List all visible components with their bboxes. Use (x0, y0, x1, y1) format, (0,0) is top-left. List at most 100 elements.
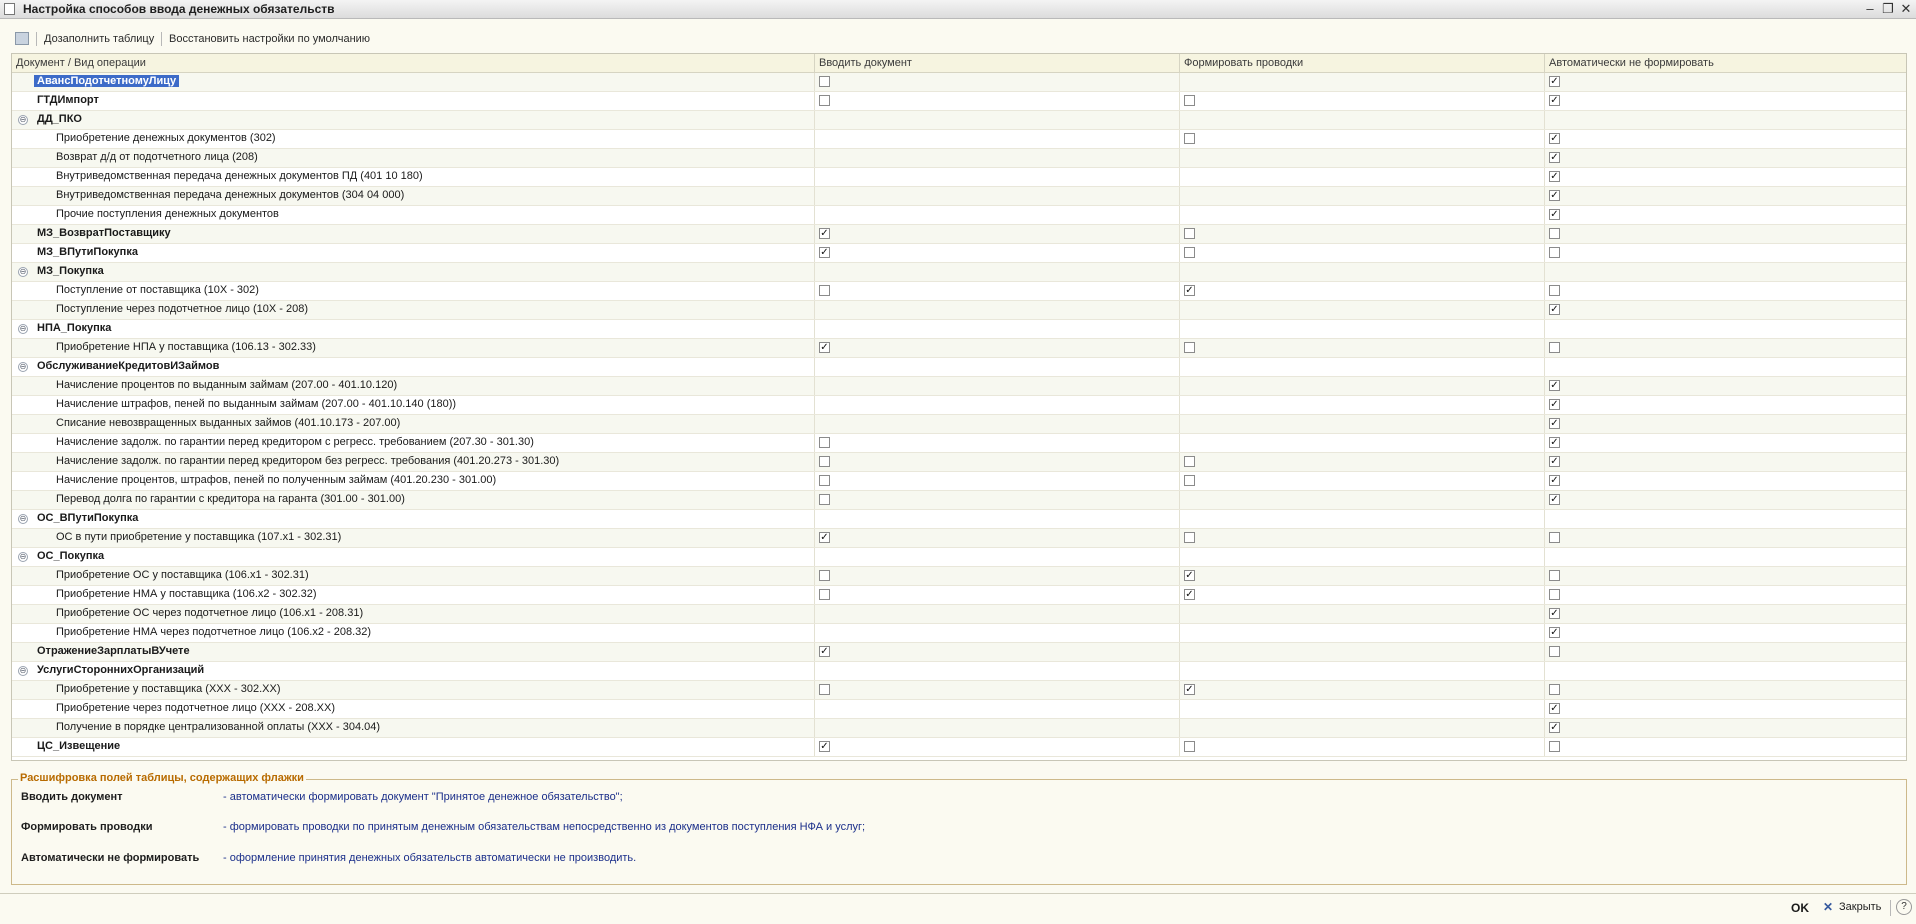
checkbox-enter-document[interactable] (819, 95, 830, 106)
table-row[interactable]: Приобретение у поставщика (XXX - 302.XX)… (12, 681, 1906, 700)
checkbox-auto-not-form[interactable] (1549, 741, 1560, 752)
checkbox-auto-not-form[interactable]: ✓ (1549, 171, 1560, 182)
checkbox-auto-not-form[interactable]: ✓ (1549, 399, 1560, 410)
cell-document-name[interactable]: Приобретение ОС у поставщика (106.x1 - 3… (12, 567, 815, 585)
checkbox-form-postings[interactable] (1184, 247, 1195, 258)
table-row[interactable]: ⊖ ОС_ВПутиПокупка (12, 510, 1906, 529)
checkbox-form-postings[interactable] (1184, 475, 1195, 486)
cell-document-name[interactable]: Приобретение НМА через подотчетное лицо … (12, 624, 815, 642)
table-row[interactable]: ⊖ МЗ_Покупка (12, 263, 1906, 282)
table-row[interactable]: ГТДИмпорт ✓ (12, 92, 1906, 111)
cell-document-name[interactable]: Начисление штрафов, пеней по выданным за… (12, 396, 815, 414)
close-window-icon[interactable]: ✕ (1898, 1, 1914, 17)
ok-button[interactable]: OK (1791, 901, 1809, 915)
checkbox-form-postings[interactable] (1184, 741, 1195, 752)
checkbox-auto-not-form[interactable]: ✓ (1549, 437, 1560, 448)
checkbox-auto-not-form[interactable]: ✓ (1549, 456, 1560, 467)
checkbox-auto-not-form[interactable] (1549, 532, 1560, 543)
cell-document-name[interactable]: Приобретение ОС через подотчетное лицо (… (12, 605, 815, 623)
checkbox-enter-document[interactable]: ✓ (819, 247, 830, 258)
table-row[interactable]: Приобретение ОС через подотчетное лицо (… (12, 605, 1906, 624)
checkbox-enter-document[interactable] (819, 285, 830, 296)
checkbox-auto-not-form[interactable]: ✓ (1549, 608, 1560, 619)
table-row[interactable]: ⊖ НПА_Покупка (12, 320, 1906, 339)
restore-defaults-button[interactable]: Восстановить настройки по умолчанию (169, 33, 370, 45)
close-icon[interactable]: ✕ (1823, 900, 1833, 914)
checkbox-form-postings[interactable] (1184, 133, 1195, 144)
table-row[interactable]: Начисление процентов по выданным займам … (12, 377, 1906, 396)
table-row[interactable]: Начисление задолж. по гарантии перед кре… (12, 434, 1906, 453)
checkbox-auto-not-form[interactable]: ✓ (1549, 703, 1560, 714)
cell-document-name[interactable]: Внутриведомственная передача денежных до… (12, 187, 815, 205)
checkbox-auto-not-form[interactable]: ✓ (1549, 494, 1560, 505)
table-row[interactable]: МЗ_ВПутиПокупка ✓ (12, 244, 1906, 263)
cell-document-name[interactable]: ЦС_Извещение (12, 738, 815, 756)
cell-document-name[interactable]: Получение в порядке централизованной опл… (12, 719, 815, 737)
cell-document-name[interactable]: Внутриведомственная передача денежных до… (12, 168, 815, 186)
checkbox-form-postings[interactable]: ✓ (1184, 684, 1195, 695)
minimize-icon[interactable]: – (1862, 1, 1878, 17)
checkbox-auto-not-form[interactable]: ✓ (1549, 475, 1560, 486)
cell-document-name[interactable]: ОС в пути приобретение у поставщика (107… (12, 529, 815, 547)
checkbox-enter-document[interactable] (819, 589, 830, 600)
checkbox-auto-not-form[interactable]: ✓ (1549, 380, 1560, 391)
cell-document-name[interactable]: Перевод долга по гарантии с кредитора на… (12, 491, 815, 509)
checkbox-auto-not-form[interactable] (1549, 589, 1560, 600)
collapse-icon[interactable]: ⊖ (18, 552, 28, 562)
collapse-icon[interactable]: ⊖ (18, 362, 28, 372)
table-row[interactable]: Начисление задолж. по гарантии перед кре… (12, 453, 1906, 472)
table-row[interactable]: Получение в порядке централизованной опл… (12, 719, 1906, 738)
checkbox-auto-not-form[interactable]: ✓ (1549, 304, 1560, 315)
cell-document-name[interactable]: МЗ_ВПутиПокупка (12, 244, 815, 262)
cell-document-name[interactable]: ⊖ НПА_Покупка (12, 320, 815, 338)
fill-table-button[interactable]: Дозаполнить таблицу (44, 33, 154, 45)
checkbox-form-postings[interactable]: ✓ (1184, 570, 1195, 581)
cell-document-name[interactable]: ⊖ ДД_ПКО (12, 111, 815, 129)
table-row[interactable]: Перевод долга по гарантии с кредитора на… (12, 491, 1906, 510)
cell-document-name[interactable]: Прочие поступления денежных документов (12, 206, 815, 224)
cell-document-name[interactable]: Приобретение денежных документов (302) (12, 130, 815, 148)
table-row[interactable]: Приобретение НМА через подотчетное лицо … (12, 624, 1906, 643)
collapse-icon[interactable]: ⊖ (18, 324, 28, 334)
checkbox-enter-document[interactable]: ✓ (819, 532, 830, 543)
checkbox-auto-not-form[interactable]: ✓ (1549, 152, 1560, 163)
cell-document-name[interactable]: Начисление задолж. по гарантии перед кре… (12, 453, 815, 471)
checkbox-form-postings[interactable] (1184, 532, 1195, 543)
checkbox-auto-not-form[interactable] (1549, 342, 1560, 353)
table-row[interactable]: Прочие поступления денежных документов ✓ (12, 206, 1906, 225)
cell-document-name[interactable]: Приобретение НПА у поставщика (106.13 - … (12, 339, 815, 357)
collapse-icon[interactable]: ⊖ (18, 115, 28, 125)
table-row[interactable]: ⊖ ОбслуживаниеКредитовИЗаймов (12, 358, 1906, 377)
cell-document-name[interactable]: ГТДИмпорт (12, 92, 815, 110)
table-row[interactable]: Начисление штрафов, пеней по выданным за… (12, 396, 1906, 415)
cell-document-name[interactable]: ⊖ ОС_Покупка (12, 548, 815, 566)
column-header-enter-document[interactable]: Вводить документ (815, 54, 1180, 72)
table-row[interactable]: Приобретение ОС у поставщика (106.x1 - 3… (12, 567, 1906, 586)
table-row[interactable]: ⊖ ОС_Покупка (12, 548, 1906, 567)
checkbox-enter-document[interactable] (819, 475, 830, 486)
cell-document-name[interactable]: Приобретение через подотчетное лицо (XXX… (12, 700, 815, 718)
cell-document-name[interactable]: АвансПодотчетномуЛицу (12, 73, 815, 91)
checkbox-enter-document[interactable]: ✓ (819, 342, 830, 353)
checkbox-auto-not-form[interactable]: ✓ (1549, 190, 1560, 201)
cell-document-name[interactable]: Начисление задолж. по гарантии перед кре… (12, 434, 815, 452)
help-icon[interactable]: ? (1896, 899, 1912, 915)
checkbox-auto-not-form[interactable] (1549, 646, 1560, 657)
cell-document-name[interactable]: ⊖ МЗ_Покупка (12, 263, 815, 281)
cell-document-name[interactable]: Начисление процентов по выданным займам … (12, 377, 815, 395)
checkbox-form-postings[interactable] (1184, 342, 1195, 353)
table-row[interactable]: Приобретение денежных документов (302) ✓ (12, 130, 1906, 149)
checkbox-auto-not-form[interactable]: ✓ (1549, 76, 1560, 87)
collapse-icon[interactable]: ⊖ (18, 666, 28, 676)
checkbox-auto-not-form[interactable]: ✓ (1549, 133, 1560, 144)
checkbox-form-postings[interactable]: ✓ (1184, 589, 1195, 600)
checkbox-form-postings[interactable]: ✓ (1184, 285, 1195, 296)
cell-document-name[interactable]: МЗ_ВозвратПоставщику (12, 225, 815, 243)
checkbox-auto-not-form[interactable]: ✓ (1549, 418, 1560, 429)
column-header-auto-not-form[interactable]: Автоматически не формировать (1545, 54, 1906, 72)
checkbox-enter-document[interactable]: ✓ (819, 741, 830, 752)
checkbox-enter-document[interactable]: ✓ (819, 228, 830, 239)
checkbox-enter-document[interactable] (819, 437, 830, 448)
checkbox-auto-not-form[interactable] (1549, 570, 1560, 581)
table-row[interactable]: Начисление процентов, штрафов, пеней по … (12, 472, 1906, 491)
